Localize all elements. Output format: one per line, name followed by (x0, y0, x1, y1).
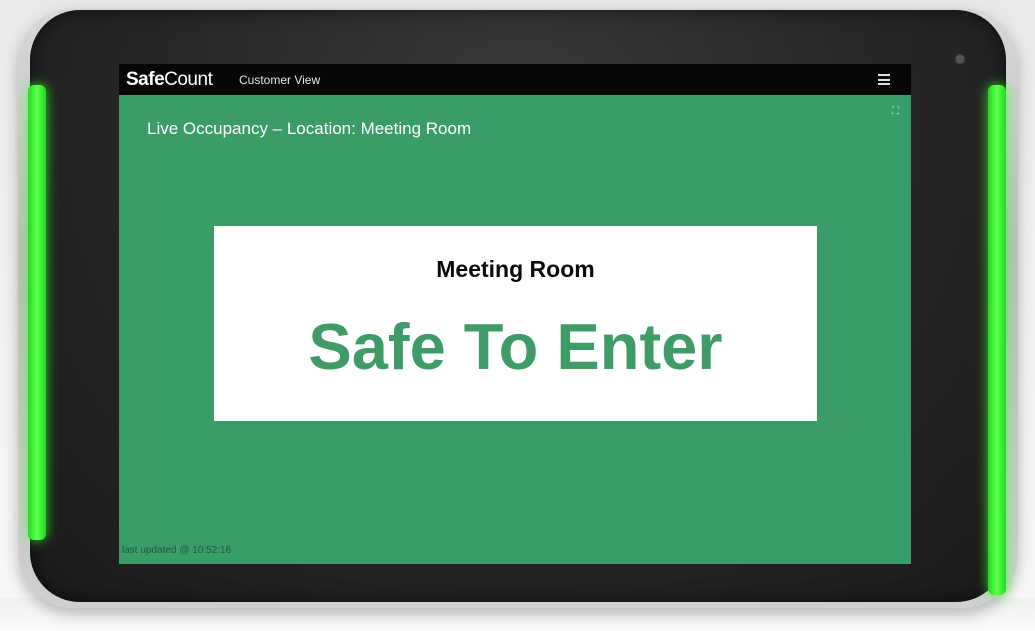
last-updated-text: last updated @ 10:52:16 (122, 545, 232, 556)
status-led-left (28, 85, 46, 540)
page-title: Live Occupancy – Location: Meeting Room (147, 119, 472, 138)
top-bar: SafeCount Customer View (119, 64, 911, 95)
room-name: Meeting Room (436, 256, 595, 282)
status-led-right (988, 85, 1006, 595)
brand-part-light: Count (164, 69, 213, 90)
occupancy-status: Safe To Enter (308, 310, 723, 383)
fullscreen-icon[interactable]: ⛶ (892, 107, 902, 117)
status-card: Meeting Room Safe To Enter (214, 226, 817, 421)
hamburger-menu-icon[interactable] (878, 74, 890, 85)
view-label: Customer View (239, 73, 321, 87)
camera-icon (956, 55, 964, 63)
brand-part-strong: Safe (126, 69, 165, 90)
app-logo: SafeCount (126, 69, 213, 91)
app-screen: SafeCount Customer View ⛶ Live Occupancy… (119, 64, 911, 564)
